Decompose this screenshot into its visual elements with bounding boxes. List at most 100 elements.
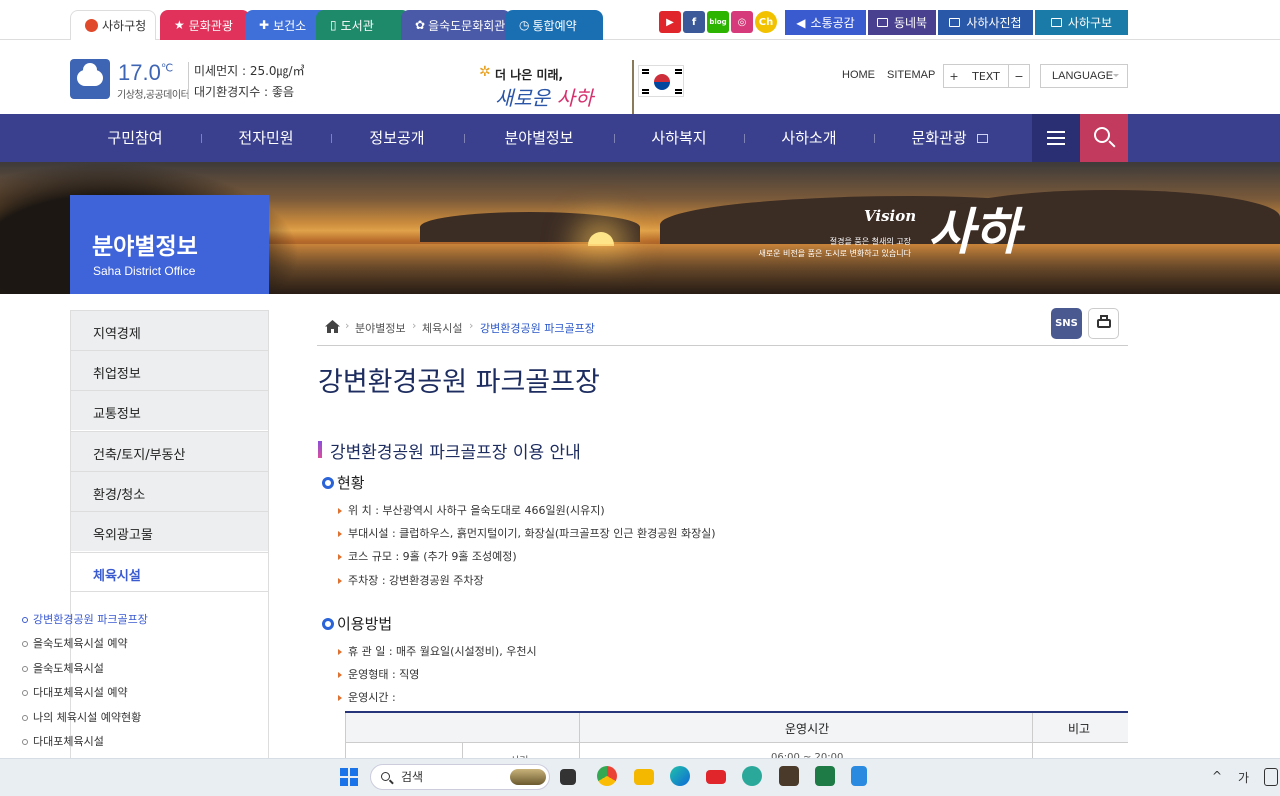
air-quality-index: 대기환경지수 : 좋음 (194, 85, 294, 99)
lnb-local-economy[interactable]: 지역경제 (71, 310, 268, 350)
hamburger-icon (1047, 131, 1065, 133)
status-facilities: 부대시설 : 클럽하우스, 흙먼지털이기, 화장실(파크골프장 인근 환경공원 … (338, 525, 716, 541)
lnb-environment[interactable]: 환경/청소 (71, 471, 268, 511)
clock-icon: ◷ (519, 18, 530, 32)
board-icon (876, 18, 888, 27)
lnb-outdoor-ads[interactable]: 옥외광고물 (71, 511, 268, 551)
circle-bullet-icon (22, 641, 28, 647)
circle-bullet-icon (322, 618, 334, 630)
tab-library[interactable]: ▯ 도서관 (316, 10, 410, 40)
nav-separator (874, 134, 875, 143)
file-explorer-icon[interactable] (634, 769, 654, 785)
breadcrumb-sports[interactable]: 체육시설 (422, 320, 462, 336)
breadcrumb-field-info[interactable]: 분야별정보 (355, 320, 406, 336)
book-icon: ▯ (330, 18, 337, 32)
nav-welfare[interactable]: 사하복지 (615, 114, 743, 162)
table-header (345, 713, 1128, 743)
tab-saha-gu[interactable]: 사하구청 (70, 10, 156, 40)
district-gazette-button[interactable]: 사하구보 (1035, 10, 1128, 35)
lnb-traffic[interactable]: 교통정보 (71, 390, 268, 430)
circle-bullet-icon (22, 715, 28, 721)
text-size-increase-button[interactable]: + (943, 64, 965, 88)
saha-calligraphy: 사하 (928, 202, 1020, 261)
plus-cross-icon: ✚ (259, 18, 270, 32)
section-heading: 강변환경공원 파크골프장 이용 안내 (330, 443, 581, 463)
nav-information-disclosure[interactable]: 정보공개 (332, 114, 462, 162)
nav-e-civil[interactable]: 전자민원 (202, 114, 330, 162)
nav-participation[interactable]: 구민참여 (70, 114, 200, 162)
circle-bullet-icon (22, 690, 28, 696)
top-site-bar: 사하구청 ★ 문화관광 ✚ 보건소 ▯ 도서관 ✿ 을숙도문화회관 ◷ 통합예약… (0, 0, 1280, 40)
notification-icon[interactable] (1264, 768, 1278, 786)
new-window-icon (977, 134, 989, 143)
home-icon[interactable] (325, 320, 340, 333)
lnb-sub-dadaepo-reservation[interactable]: 다대포체육시설 예약 (22, 684, 128, 700)
weather-source: 기상청,공공데이터 (117, 90, 190, 101)
nav-field-info[interactable]: 분야별정보 (465, 114, 613, 162)
lnb-sports-facilities[interactable]: 체육시설 (71, 552, 268, 592)
lnb-sub-park-golf[interactable]: 강변환경공원 파크골프장 (22, 611, 148, 627)
notepad-icon[interactable] (851, 766, 867, 786)
camera-icon (949, 18, 961, 27)
nav-culture-tourism[interactable]: 문화관광 (880, 114, 1020, 162)
lnb-building-land[interactable]: 건축/토지/부동산 (71, 431, 268, 471)
photo-album-button[interactable]: 사하사진첩 (938, 10, 1033, 35)
app-icon[interactable] (779, 766, 799, 786)
slogan-line1: 절경을 품은 철새의 고장 (829, 237, 911, 246)
youtube-icon[interactable]: ▶ (659, 11, 681, 33)
weather-icon (70, 59, 110, 99)
ime-indicator[interactable]: 가 (1238, 769, 1249, 786)
youtube-app-icon[interactable] (706, 770, 726, 784)
language-select[interactable]: LANGUAGE (1040, 64, 1128, 88)
lnb-sub-eulsukdo-facilities[interactable]: 을숙도체육시설 (22, 660, 104, 676)
divider (188, 62, 189, 98)
tab-culture-tourism[interactable]: ★ 문화관광 (160, 10, 250, 40)
temperature: 17.0℃ (118, 60, 174, 85)
slogan-line2: 새로운 비전을 품은 도시로 변화하고 있습니다 (758, 249, 911, 258)
section-subtitle: Saha District Office (93, 264, 196, 278)
section-bar-icon (318, 441, 322, 458)
blog-icon[interactable]: blog (707, 11, 729, 33)
all-menu-button[interactable] (1032, 114, 1080, 162)
chrome-icon[interactable] (597, 766, 617, 786)
search-button[interactable] (1080, 114, 1128, 162)
facebook-icon[interactable]: f (683, 11, 705, 33)
section-title: 분야별정보 (92, 234, 198, 260)
search-highlight-image (510, 769, 546, 785)
tab-integrated-reservation[interactable]: ◷ 통합예약 (505, 10, 603, 40)
flower-icon: ✿ (415, 18, 426, 32)
status-location: 위 치 : 부산광역시 사하구 을숙도대로 466일원(시유지) (338, 502, 605, 518)
windows-start-icon[interactable] (340, 768, 358, 786)
excel-icon[interactable] (815, 766, 835, 786)
circle-bullet-icon (22, 739, 28, 745)
usage-operation-type: 운영형태 : 직영 (338, 666, 419, 682)
status-parking: 주차장 : 강변환경공원 주차장 (338, 572, 484, 588)
text-size-decrease-button[interactable]: − (1008, 64, 1030, 88)
tray-expand-icon[interactable]: ^ (1212, 769, 1222, 783)
tab-eulsukdo-hall[interactable]: ✿ 을숙도문화회관 (401, 10, 511, 40)
lnb-sub-eulsukdo-reservation[interactable]: 을숙도체육시설 예약 (22, 635, 128, 651)
instagram-icon[interactable]: ◎ (731, 11, 753, 33)
lnb-sub-my-reservations[interactable]: 나의 체육시설 예약현황 (22, 709, 141, 725)
print-button[interactable] (1088, 308, 1119, 339)
app-icon[interactable] (742, 766, 762, 786)
sitemap-link[interactable]: SITEMAP (887, 69, 935, 81)
main-navigation: 구민참여 전자민원 정보공개 분야별정보 사하복지 사하소개 문화관광 (0, 114, 1280, 162)
vision-label: Vision (864, 207, 917, 225)
usage-heading: 이용방법 (322, 613, 392, 634)
nav-about-saha[interactable]: 사하소개 (745, 114, 873, 162)
lnb-sub-dadaepo-facilities[interactable]: 다대포체육시설 (22, 733, 104, 749)
saha-logo-icon (85, 19, 98, 32)
home-link[interactable]: HOME (842, 69, 875, 81)
kakao-channel-icon[interactable]: Ch (755, 11, 777, 33)
lnb-employment[interactable]: 취업정보 (71, 350, 268, 390)
task-view-icon[interactable] (560, 769, 576, 785)
communication-button[interactable]: ◀ 소통공감 (785, 10, 866, 35)
page-title: 강변환경공원 파크골프장 (318, 367, 600, 398)
table-header-notes: 비고 (1068, 722, 1091, 736)
divider (317, 345, 1128, 346)
sns-share-button[interactable]: SNS (1051, 308, 1082, 339)
circle-bullet-icon (322, 477, 334, 489)
neighborhood-board-button[interactable]: 동네북 (868, 10, 936, 35)
edge-icon[interactable] (670, 766, 690, 786)
